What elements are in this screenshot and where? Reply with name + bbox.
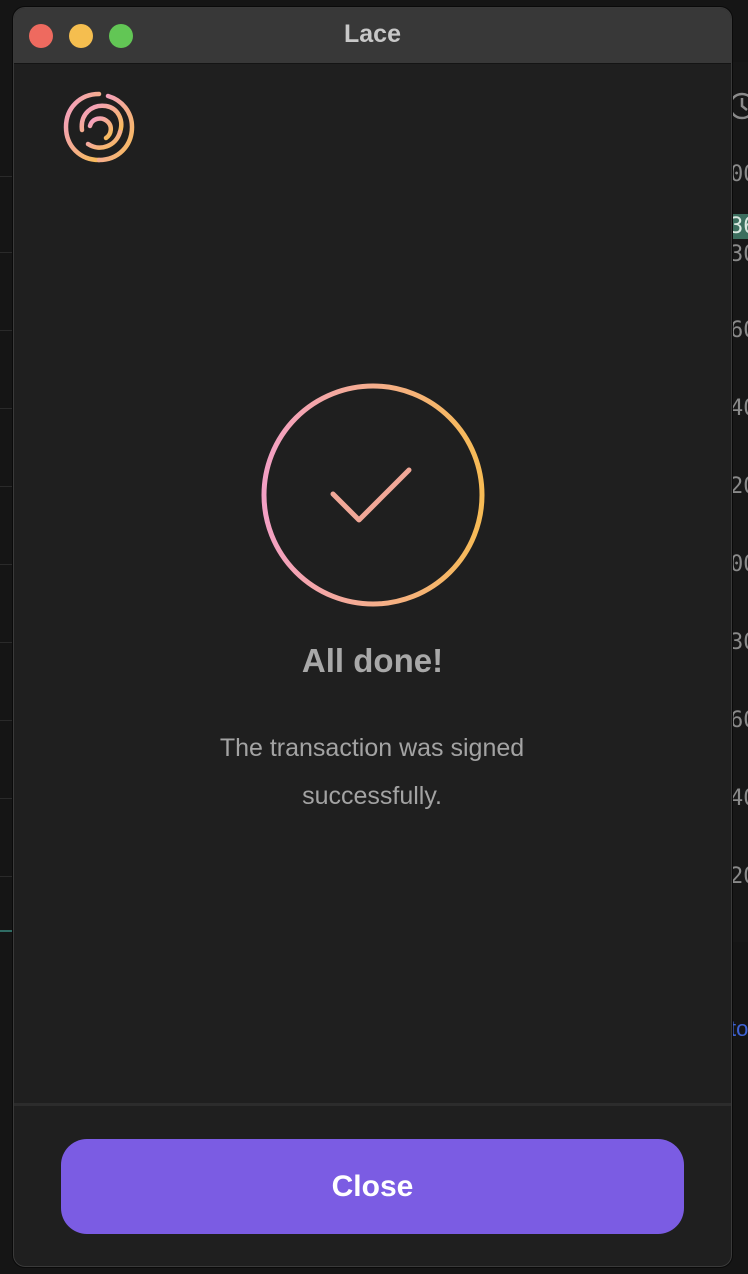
axis-label: 00 <box>730 552 748 577</box>
axis-label: 00 <box>730 162 748 187</box>
background-gridline <box>0 408 14 409</box>
background-gridline <box>0 798 14 799</box>
axis-label: 40 <box>730 396 748 421</box>
success-message: The transaction was signed successfully. <box>219 734 525 810</box>
background-gridline <box>0 176 14 177</box>
background-gridline <box>0 720 14 721</box>
close-button[interactable]: Close <box>61 1139 684 1234</box>
background-gridline <box>0 642 14 643</box>
axis-label: 30 <box>730 630 748 655</box>
background-link[interactable]: to <box>730 1016 748 1042</box>
background-gridline <box>0 330 14 331</box>
axis-label: 60 <box>730 318 748 343</box>
window-titlebar[interactable]: Lace <box>14 8 731 64</box>
axis-label-highlighted: 36 <box>730 214 748 239</box>
background-gridline <box>0 876 14 877</box>
axis-label: 30 <box>730 242 748 267</box>
axis-label: 20 <box>730 864 748 889</box>
axis-label: 40 <box>730 786 748 811</box>
background-gridline <box>0 564 14 565</box>
success-heading: All done! <box>301 642 444 679</box>
window-title: Lace <box>344 20 401 48</box>
axis-label: 20 <box>730 474 748 499</box>
footer-divider <box>14 1103 731 1106</box>
background-gridline <box>0 252 14 253</box>
lace-window: Lace All done! The transaction was signe… <box>13 7 732 1267</box>
background-teal-line <box>0 930 14 932</box>
checkmark-circle-icon <box>261 383 485 607</box>
background-gridline <box>0 486 14 487</box>
lace-logo-icon <box>63 91 135 163</box>
axis-label: 60 <box>730 708 748 733</box>
